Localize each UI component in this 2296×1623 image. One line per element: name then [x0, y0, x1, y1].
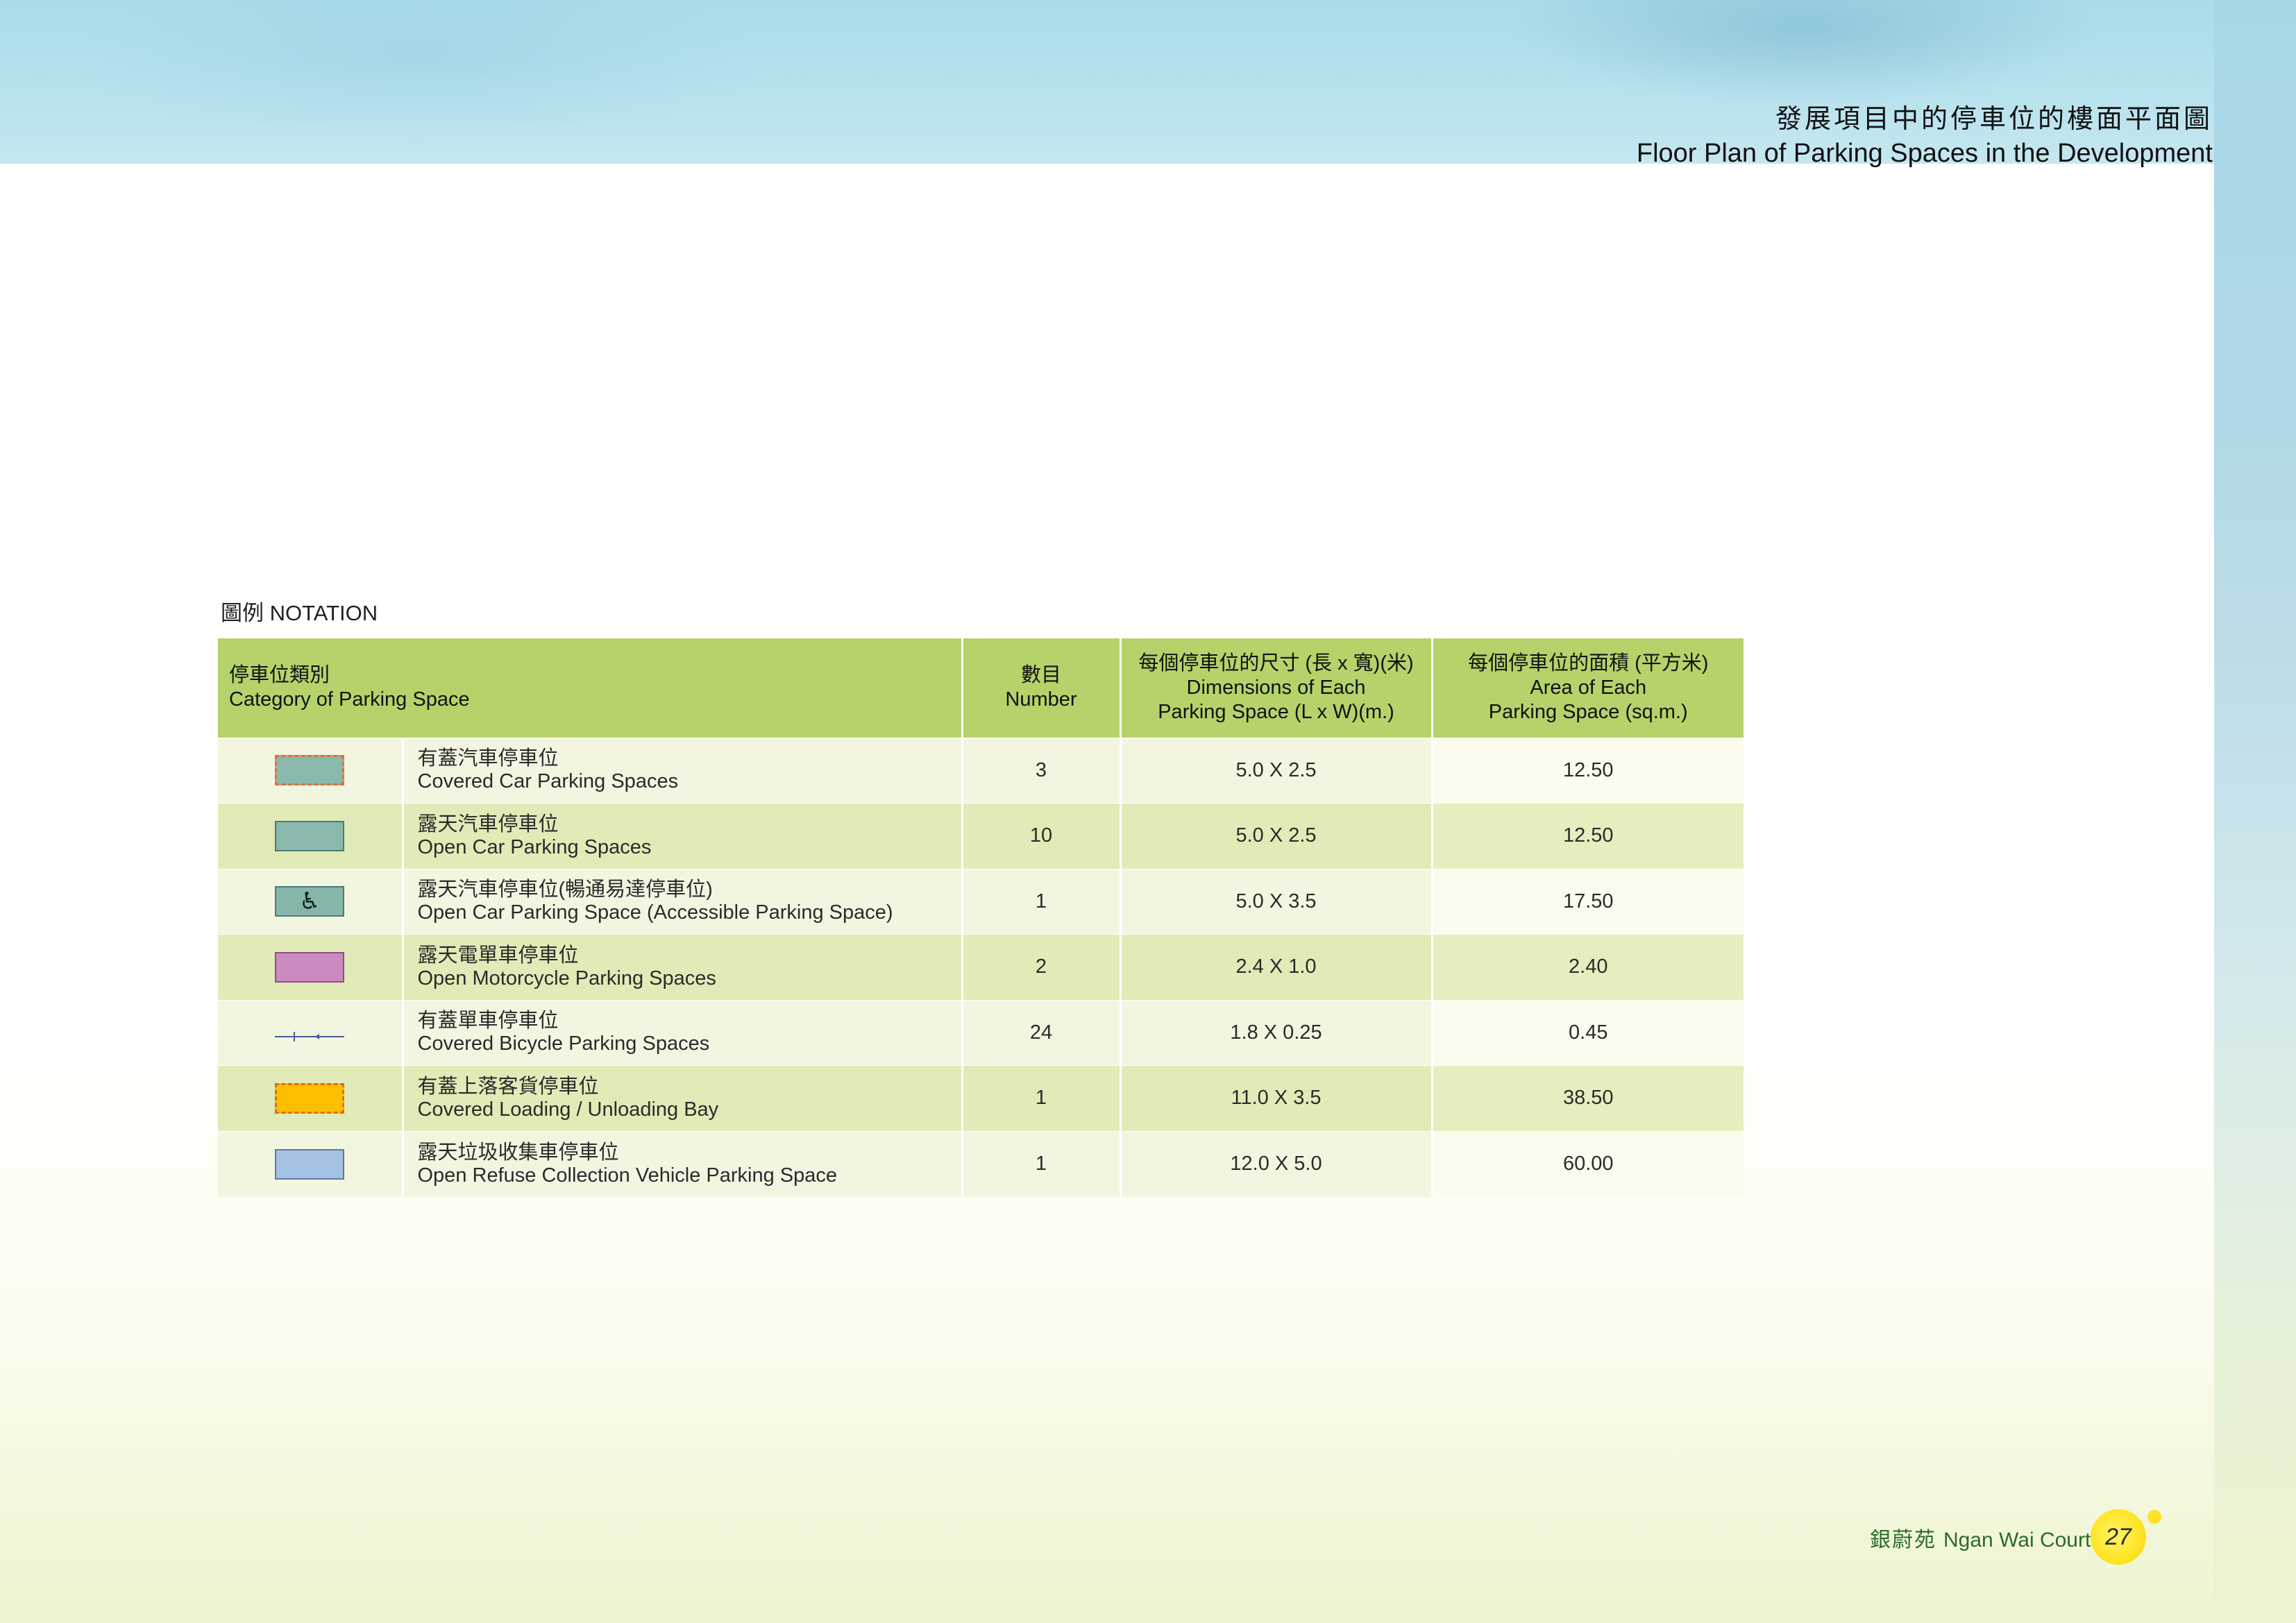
header-area-en-2: Parking Space (sq.m.) — [1488, 700, 1688, 723]
number-cell: 1 — [962, 1130, 1122, 1197]
notation-label: 圖例 NOTATION — [221, 601, 378, 625]
column-header-area: 每個停車位的面積 (平方米) Area of Each Parking Spac… — [1432, 638, 1744, 738]
wheelchair-icon: ♿ — [275, 886, 345, 917]
page-title-en: Floor Plan of Parking Spaces in the Deve… — [1636, 139, 2213, 168]
dimension-cell: 2.4 X 1.0 — [1120, 934, 1433, 1000]
header-dimension-en-2: Parking Space (L x W)(m.) — [1158, 700, 1394, 723]
column-header-category: 停車位類別 Category of Parking Space — [218, 638, 963, 738]
table-row: ♿ 露天汽車停車位(暢通易達停車位) Open Car Parking Spac… — [218, 868, 1744, 935]
page-number: 27 — [2091, 1509, 2146, 1565]
table-row: 露天汽車停車位 Open Car Parking Spaces 10 5.0 X… — [218, 803, 1744, 869]
category-zh: 露天汽車停車位(暢通易達停車位) — [417, 878, 713, 901]
number-cell: 1 — [962, 1065, 1122, 1131]
covered-car-symbol — [275, 755, 345, 786]
table-header-row: 停車位類別 Category of Parking Space 數目 Numbe… — [218, 638, 1744, 738]
loading-bay-symbol — [275, 1082, 345, 1114]
category-zh: 露天垃圾收集車停車位 — [417, 1141, 619, 1164]
category-cell: 有蓋上落客貨停車位 Covered Loading / Unloading Ba… — [403, 1065, 963, 1131]
header-dimension-zh: 每個停車位的尺寸 (長 x 寬)(米) — [1138, 652, 1414, 674]
area-cell: 60.00 — [1432, 1130, 1744, 1197]
table-row: 露天電單車停車位 Open Motorcycle Parking Spaces … — [218, 934, 1744, 1000]
table-row: 有蓋單車停車位 Covered Bicycle Parking Spaces 2… — [218, 999, 1744, 1066]
number-cell: 3 — [962, 737, 1122, 804]
category-zh: 有蓋汽車停車位 — [417, 747, 559, 770]
column-header-dimension: 每個停車位的尺寸 (長 x 寬)(米) Dimensions of Each P… — [1120, 638, 1433, 738]
decorative-dot — [2147, 1510, 2161, 1524]
area-cell: 17.50 — [1432, 868, 1744, 935]
category-zh: 有蓋單車停車位 — [417, 1010, 559, 1033]
dimension-cell: 5.0 X 2.5 — [1120, 737, 1433, 804]
dimension-cell: 1.8 X 0.25 — [1120, 999, 1433, 1066]
footer-name-en: Ngan Wai Court — [1943, 1529, 2091, 1552]
category-en: Open Motorcycle Parking Spaces — [417, 967, 716, 989]
category-en: Covered Car Parking Spaces — [417, 770, 679, 793]
dimension-cell: 5.0 X 2.5 — [1120, 803, 1433, 869]
refuse-vehicle-symbol — [275, 1148, 345, 1180]
category-cell: 有蓋汽車停車位 Covered Car Parking Spaces — [403, 737, 963, 804]
motorcycle-symbol — [275, 951, 345, 983]
dimension-cell: 12.0 X 5.0 — [1120, 1130, 1433, 1197]
number-cell: 24 — [962, 999, 1122, 1066]
category-en: Covered Bicycle Parking Spaces — [417, 1033, 710, 1055]
category-cell: 露天垃圾收集車停車位 Open Refuse Collection Vehicl… — [403, 1130, 963, 1197]
header-area-en-1: Area of Each — [1530, 676, 1647, 699]
area-cell: 38.50 — [1432, 1065, 1744, 1131]
category-zh: 有蓋上落客貨停車位 — [417, 1075, 599, 1098]
category-cell: 露天電單車停車位 Open Motorcycle Parking Spaces — [403, 934, 963, 1000]
page-title-zh: 發展項目中的停車位的樓面平面圖 — [1775, 105, 2213, 134]
symbol-cell — [218, 1130, 404, 1197]
footer-name-zh: 銀蔚苑 — [1870, 1529, 1936, 1552]
right-watercolor-strip — [2214, 0, 2296, 1623]
header-number-zh: 數目 — [1020, 664, 1061, 687]
dimension-cell: 11.0 X 3.5 — [1120, 1065, 1433, 1131]
dimension-cell: 5.0 X 3.5 — [1120, 868, 1433, 935]
symbol-cell — [218, 737, 404, 804]
table-row: 露天垃圾收集車停車位 Open Refuse Collection Vehicl… — [218, 1130, 1744, 1197]
symbol-cell — [218, 999, 404, 1066]
header-number-en: Number — [1005, 688, 1077, 711]
area-cell: 0.45 — [1432, 999, 1744, 1066]
area-cell: 12.50 — [1432, 737, 1744, 804]
symbol-cell: ♿ — [218, 868, 404, 935]
category-zh: 露天汽車停車位 — [417, 813, 559, 835]
symbol-cell — [218, 934, 404, 1000]
page-header: 發展項目中的停車位的樓面平面圖 Floor Plan of Parking Sp… — [1637, 103, 2213, 171]
symbol-cell — [218, 803, 404, 869]
bicycle-symbol — [275, 1026, 345, 1042]
area-cell: 2.40 — [1432, 934, 1744, 1000]
number-cell: 10 — [962, 803, 1122, 869]
footer-development-name: 銀蔚苑 Ngan Wai Court — [1870, 1522, 2091, 1553]
category-zh: 露天電單車停車位 — [417, 944, 579, 967]
category-en: Open Refuse Collection Vehicle Parking S… — [417, 1164, 838, 1187]
parking-notation-table: 停車位類別 Category of Parking Space 數目 Numbe… — [218, 638, 1744, 1197]
category-cell: 露天汽車停車位(暢通易達停車位) Open Car Parking Space … — [403, 868, 963, 935]
area-cell: 12.50 — [1432, 803, 1744, 869]
category-cell: 露天汽車停車位 Open Car Parking Spaces — [403, 803, 963, 869]
header-category-zh: 停車位類別 — [229, 664, 330, 687]
table-row: 有蓋上落客貨停車位 Covered Loading / Unloading Ba… — [218, 1065, 1744, 1131]
category-en: Open Car Parking Space (Accessible Parki… — [417, 901, 893, 924]
open-car-symbol — [275, 820, 345, 851]
header-category-en: Category of Parking Space — [229, 688, 470, 711]
category-en: Covered Loading / Unloading Bay — [417, 1098, 719, 1121]
header-dimension-en-1: Dimensions of Each — [1186, 676, 1366, 699]
category-cell: 有蓋單車停車位 Covered Bicycle Parking Spaces — [403, 999, 963, 1066]
symbol-cell — [218, 1065, 404, 1131]
header-area-zh: 每個停車位的面積 (平方米) — [1468, 652, 1709, 674]
number-cell: 1 — [962, 868, 1122, 935]
number-cell: 2 — [962, 934, 1122, 1000]
column-header-number: 數目 Number — [962, 638, 1122, 738]
category-en: Open Car Parking Spaces — [417, 835, 652, 858]
table-row: 有蓋汽車停車位 Covered Car Parking Spaces 3 5.0… — [218, 737, 1744, 804]
